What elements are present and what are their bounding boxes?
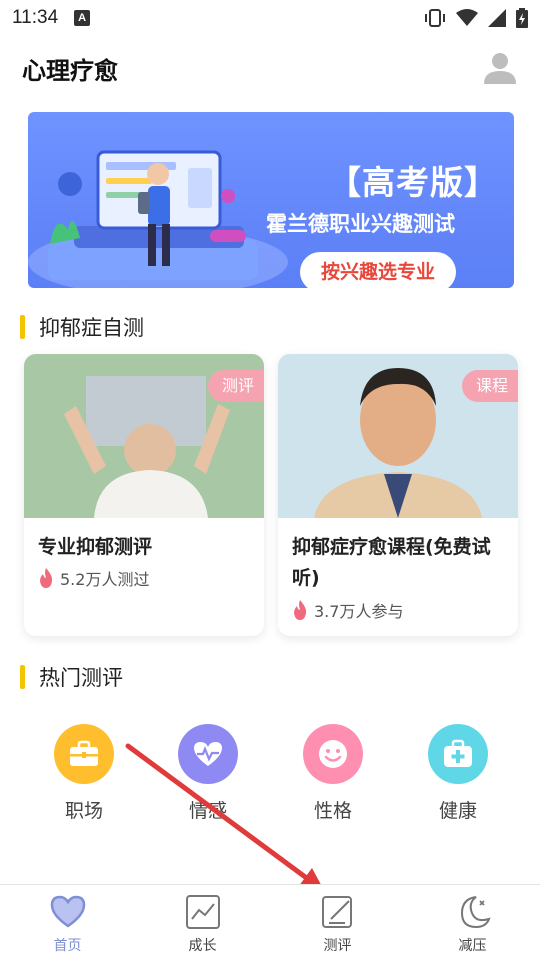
status-time: 11:34 — [12, 7, 59, 28]
heartbeat-icon — [178, 724, 238, 784]
nav-label: 成长 — [188, 938, 217, 954]
section-title: 热门测评 — [39, 666, 123, 690]
category-emotion[interactable]: 情感 — [158, 724, 258, 823]
briefcase-icon — [54, 724, 114, 784]
heart-icon — [50, 895, 85, 928]
notification-icon: A — [74, 10, 91, 26]
card-tag: 测评 — [207, 370, 264, 402]
banner-title: 【高考版】 — [328, 163, 498, 202]
battery-icon — [516, 8, 528, 28]
section-accent-bar — [20, 315, 25, 339]
banner-subtitle: 霍兰德职业兴趣测试 — [266, 212, 455, 236]
status-bar: 11:34 A — [0, 0, 540, 36]
card-meta: 3.7万人参与 — [292, 598, 403, 622]
card-title: 抑郁症疗愈课程(免费试听) — [292, 536, 491, 589]
nav-label: 减压 — [458, 938, 487, 954]
card-meta-text: 3.7万人参与 — [314, 602, 404, 621]
nav-item-assessment[interactable]: 测评 — [270, 885, 405, 960]
promo-banner[interactable]: 【高考版】 霍兰德职业兴趣测试 按兴趣选专业 — [28, 112, 514, 288]
smiley-icon — [303, 724, 363, 784]
moon-icon — [460, 896, 491, 929]
category-label: 健康 — [438, 800, 477, 822]
banner-button[interactable]: 按兴趣选专业 — [300, 252, 456, 288]
section-accent-bar — [20, 665, 25, 689]
app-header: 心理疗愈 — [0, 40, 540, 96]
section-header-hot: 热门测评 — [20, 662, 123, 692]
vibrate-icon — [425, 9, 445, 27]
card-title: 专业抑郁测评 — [38, 536, 153, 558]
section-title: 抑郁症自测 — [39, 316, 144, 340]
status-icons — [424, 8, 528, 28]
category-health[interactable]: 健康 — [408, 724, 508, 823]
nav-item-relax[interactable]: 减压 — [405, 885, 540, 960]
flame-icon — [40, 568, 53, 588]
section-header-depression: 抑郁症自测 — [20, 312, 144, 342]
signal-icon — [488, 9, 506, 27]
nav-item-growth[interactable]: 成长 — [135, 885, 270, 960]
bottom-nav: 首页 成长 测评 减压 — [0, 884, 540, 960]
card-meta-text: 5.2万人测过 — [60, 570, 150, 589]
avatar-icon[interactable] — [482, 50, 518, 86]
card-depression-course[interactable]: 课程 抑郁症疗愈课程(免费试听) 3.7万人参与 — [278, 354, 518, 636]
card-depression-test[interactable]: 测评 专业抑郁测评 5.2万人测过 — [24, 354, 264, 636]
nav-item-home[interactable]: 首页 — [0, 885, 135, 960]
card-tag: 课程 — [461, 370, 518, 402]
nav-label: 测评 — [323, 938, 352, 954]
wifi-icon — [456, 9, 478, 26]
category-label: 职场 — [64, 800, 103, 822]
card-meta: 5.2万人测过 — [38, 566, 149, 590]
flame-icon — [294, 600, 307, 620]
medkit-icon — [428, 724, 488, 784]
page-title: 心理疗愈 — [22, 56, 118, 85]
category-workplace[interactable]: 职场 — [34, 724, 134, 823]
edit-icon — [321, 896, 352, 928]
category-personality[interactable]: 性格 — [283, 724, 383, 823]
nav-label: 首页 — [53, 938, 82, 954]
growth-chart-icon — [185, 895, 220, 929]
category-label: 性格 — [313, 800, 352, 822]
category-label: 情感 — [188, 800, 227, 822]
